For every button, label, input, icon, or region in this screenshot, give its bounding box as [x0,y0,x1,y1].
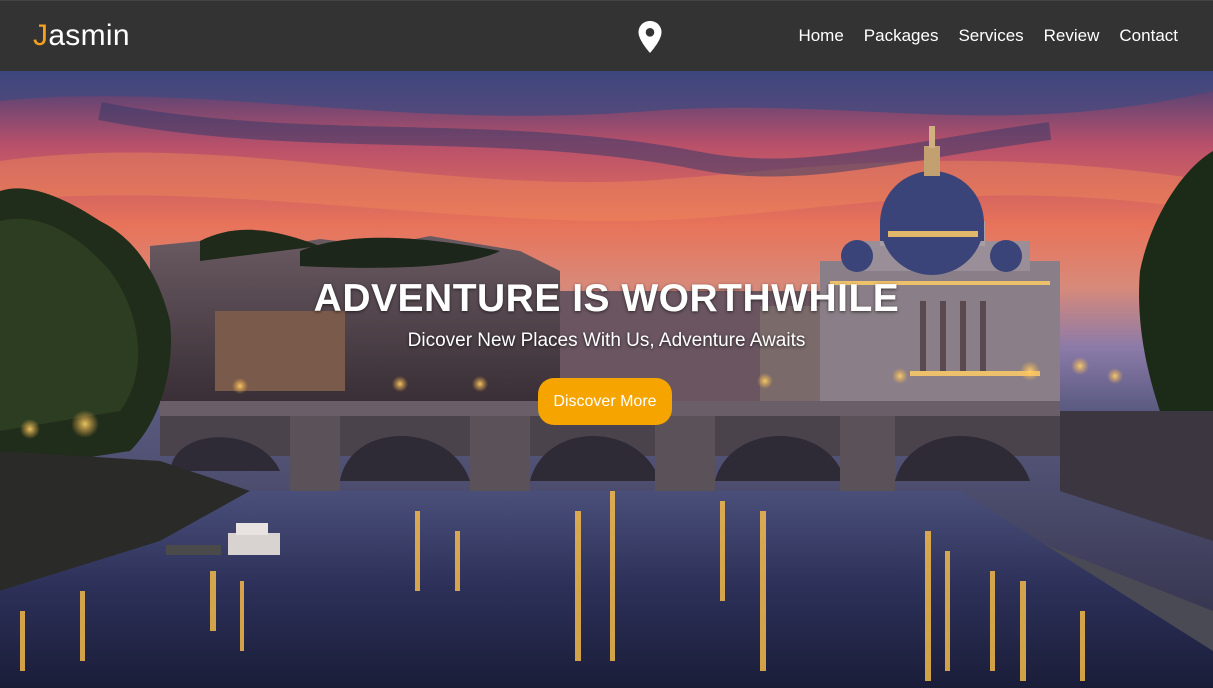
nav-review[interactable]: Review [1044,26,1100,46]
hero-title: ADVENTURE IS WORTHWHILE [313,277,900,320]
nav-home[interactable]: Home [798,26,843,46]
navbar: Jasmin Home Packages Services Review Con… [0,0,1213,71]
hero-section: ADVENTURE IS WORTHWHILE Dicover New Plac… [0,71,1213,688]
discover-more-button[interactable]: Discover More [538,378,672,425]
brand-logo[interactable]: Jasmin [33,19,130,53]
brand-logo-initial: J [33,19,49,52]
location-pin-icon[interactable] [637,20,663,54]
main-nav: Home Packages Services Review Contact [798,26,1178,46]
nav-contact[interactable]: Contact [1119,26,1178,46]
nav-packages[interactable]: Packages [864,26,939,46]
nav-services[interactable]: Services [958,26,1023,46]
hero-subtitle: Dicover New Places With Us, Adventure Aw… [407,330,806,351]
brand-logo-text: asmin [48,19,130,52]
